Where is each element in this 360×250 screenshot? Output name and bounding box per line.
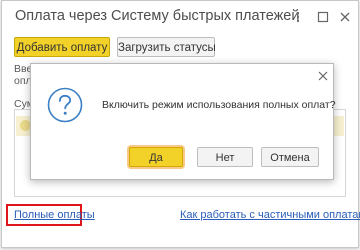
close-icon[interactable] — [339, 11, 351, 23]
partial-payments-help-link[interactable]: Как работать с частичными оплатами? — [180, 209, 360, 221]
add-payment-button[interactable]: Добавить оплату — [14, 37, 110, 57]
title-bar: Оплата через Систему быстрых платежей — [2, 1, 358, 33]
maximize-icon[interactable] — [317, 11, 329, 23]
background-text-2: опл — [14, 75, 32, 87]
dialog-message: Включить режим использования полных опла… — [102, 99, 336, 111]
confirm-dialog: Включить режим использования полных опла… — [30, 63, 336, 180]
no-button[interactable]: Нет — [197, 147, 253, 167]
cancel-button[interactable]: Отмена — [261, 147, 319, 167]
yes-button[interactable]: Да — [129, 147, 183, 167]
question-icon — [47, 87, 83, 123]
window-title: Оплата через Систему быстрых платежей — [15, 8, 300, 24]
load-statuses-button[interactable]: Загрузить статусы — [117, 37, 216, 57]
full-payments-link[interactable]: Полные оплаты — [14, 209, 95, 221]
dialog-close-icon[interactable] — [318, 71, 328, 81]
more-options-icon[interactable] — [292, 11, 304, 23]
